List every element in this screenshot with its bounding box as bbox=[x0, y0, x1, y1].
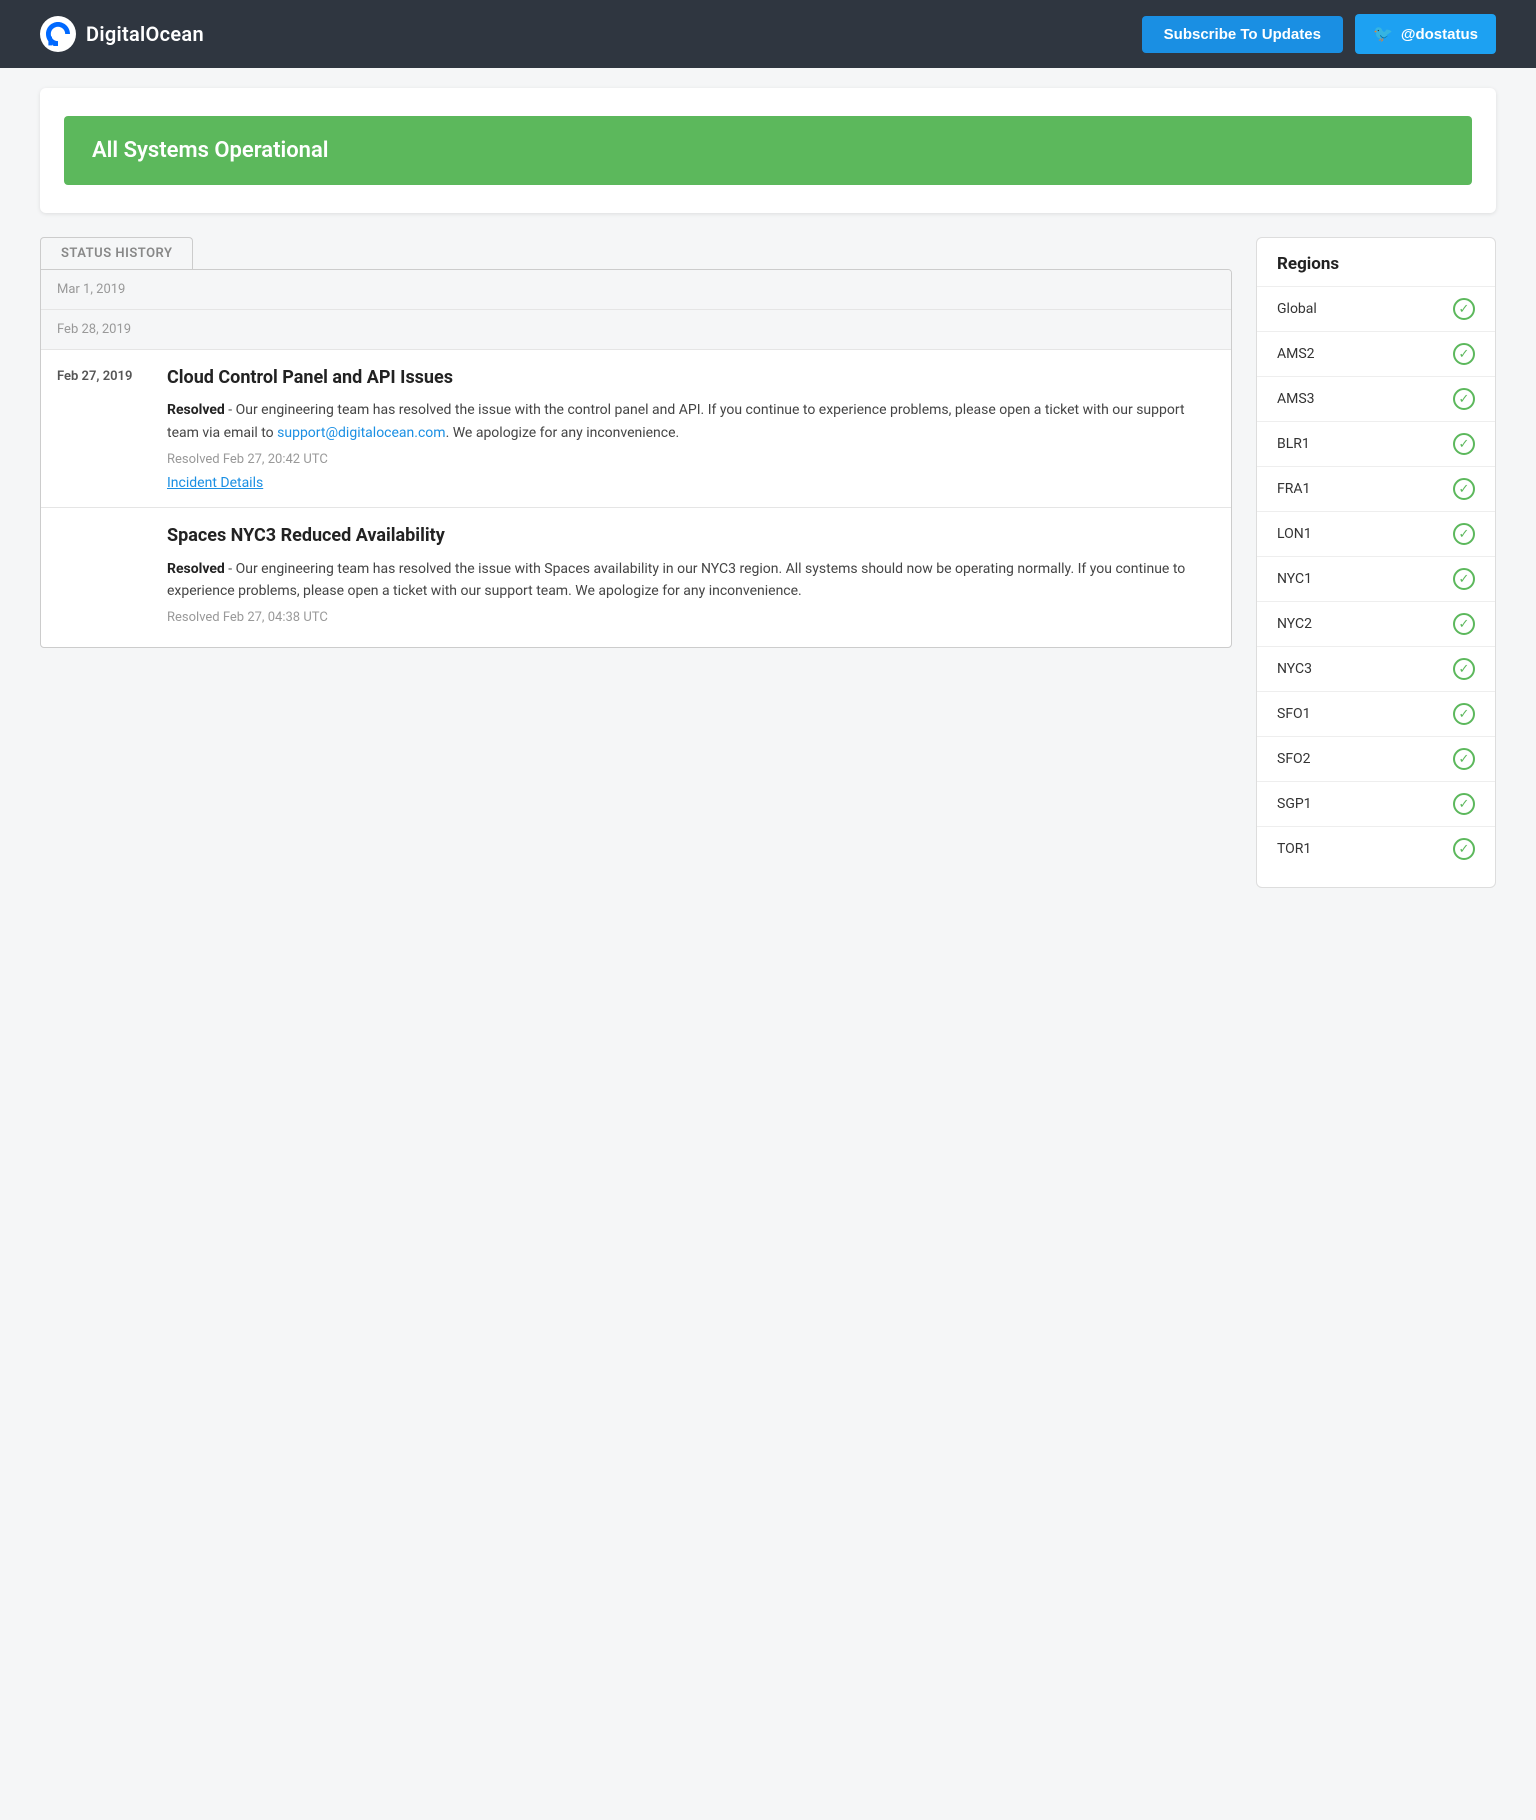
region-row: SFO2 ✓ bbox=[1257, 736, 1495, 781]
twitter-button[interactable]: 🐦 @dostatus bbox=[1355, 14, 1496, 54]
logo: DigitalOcean bbox=[40, 16, 204, 52]
region-row: LON1 ✓ bbox=[1257, 511, 1495, 556]
region-operational-icon: ✓ bbox=[1453, 388, 1475, 410]
status-card: All Systems Operational bbox=[40, 88, 1496, 213]
region-name: TOR1 bbox=[1277, 841, 1311, 857]
subscribe-button[interactable]: Subscribe To Updates bbox=[1142, 16, 1343, 53]
region-row: AMS3 ✓ bbox=[1257, 376, 1495, 421]
resolved-label-2: Resolved bbox=[167, 561, 225, 577]
incident-body-suffix: . We apologize for any inconvenience. bbox=[446, 425, 680, 441]
incident-row: Feb 27, 2019 Cloud Control Panel and API… bbox=[41, 350, 1231, 508]
incident-details-link[interactable]: Incident Details bbox=[167, 475, 263, 491]
region-row: TOR1 ✓ bbox=[1257, 826, 1495, 871]
incident-body: Resolved - Our engineering team has reso… bbox=[167, 399, 1215, 444]
twitter-label: @dostatus bbox=[1401, 26, 1478, 43]
incident-content: Cloud Control Panel and API Issues Resol… bbox=[167, 366, 1215, 491]
region-operational-icon: ✓ bbox=[1453, 703, 1475, 725]
region-operational-icon: ✓ bbox=[1453, 298, 1475, 320]
region-operational-icon: ✓ bbox=[1453, 658, 1475, 680]
support-email-link[interactable]: support@digitalocean.com bbox=[277, 425, 445, 441]
region-operational-icon: ✓ bbox=[1453, 433, 1475, 455]
region-operational-icon: ✓ bbox=[1453, 838, 1475, 860]
header: DigitalOcean Subscribe To Updates 🐦 @dos… bbox=[0, 0, 1536, 68]
region-name: NYC3 bbox=[1277, 661, 1312, 677]
history-table: Mar 1, 2019 Feb 28, 2019 Feb 27, 2019 Cl… bbox=[40, 269, 1232, 648]
region-name: NYC1 bbox=[1277, 571, 1312, 587]
region-row: AMS2 ✓ bbox=[1257, 331, 1495, 376]
region-operational-icon: ✓ bbox=[1453, 748, 1475, 770]
status-banner: All Systems Operational bbox=[64, 116, 1472, 185]
incident-resolved-time-2: Resolved Feb 27, 04:38 UTC bbox=[167, 610, 1215, 625]
region-operational-icon: ✓ bbox=[1453, 343, 1475, 365]
region-name: LON1 bbox=[1277, 526, 1312, 542]
regions-panel: Regions Global ✓ AMS2 ✓ AMS3 ✓ BLR1 ✓ FRA1 ✓ LON1 ✓… bbox=[1256, 237, 1496, 888]
digitalocean-logo-icon bbox=[40, 16, 76, 52]
region-row: NYC2 ✓ bbox=[1257, 601, 1495, 646]
region-name: FRA1 bbox=[1277, 481, 1310, 497]
region-operational-icon: ✓ bbox=[1453, 568, 1475, 590]
history-section: STATUS HISTORY Mar 1, 2019 Feb 28, 2019 … bbox=[40, 237, 1232, 648]
status-banner-text: All Systems Operational bbox=[92, 138, 328, 163]
region-name: Global bbox=[1277, 301, 1317, 317]
incident-body-text-2: - Our engineering team has resolved the … bbox=[167, 561, 1185, 599]
region-operational-icon: ✓ bbox=[1453, 793, 1475, 815]
region-name: NYC2 bbox=[1277, 616, 1312, 632]
main-content: STATUS HISTORY Mar 1, 2019 Feb 28, 2019 … bbox=[40, 237, 1496, 888]
incident-resolved-time: Resolved Feb 27, 20:42 UTC bbox=[167, 452, 1215, 467]
date-row-mar1: Mar 1, 2019 bbox=[41, 270, 1231, 310]
regions-title: Regions bbox=[1257, 254, 1495, 286]
history-tab[interactable]: STATUS HISTORY bbox=[40, 237, 193, 269]
regions-list: Global✓AMS2✓AMS3✓BLR1✓FRA1✓LON1✓NYC1✓NYC… bbox=[1257, 286, 1495, 871]
incident-date-2 bbox=[57, 524, 147, 631]
region-name: SGP1 bbox=[1277, 796, 1312, 812]
date-row-feb28: Feb 28, 2019 bbox=[41, 310, 1231, 350]
region-row: BLR1 ✓ bbox=[1257, 421, 1495, 466]
incident-date: Feb 27, 2019 bbox=[57, 366, 147, 491]
incident-body-2: Resolved - Our engineering team has reso… bbox=[167, 558, 1215, 603]
region-row: NYC1 ✓ bbox=[1257, 556, 1495, 601]
region-name: AMS3 bbox=[1277, 391, 1315, 407]
resolved-label: Resolved bbox=[167, 402, 225, 418]
region-operational-icon: ✓ bbox=[1453, 478, 1475, 500]
logo-text: DigitalOcean bbox=[86, 22, 204, 46]
region-name: BLR1 bbox=[1277, 436, 1310, 452]
region-name: SFO2 bbox=[1277, 751, 1311, 767]
incident-content-2: Spaces NYC3 Reduced Availability Resolve… bbox=[167, 524, 1215, 631]
incident-row-2: Spaces NYC3 Reduced Availability Resolve… bbox=[41, 508, 1231, 647]
region-row: Global ✓ bbox=[1257, 286, 1495, 331]
region-name: AMS2 bbox=[1277, 346, 1315, 362]
region-operational-icon: ✓ bbox=[1453, 523, 1475, 545]
twitter-icon: 🐦 bbox=[1373, 24, 1393, 44]
region-operational-icon: ✓ bbox=[1453, 613, 1475, 635]
region-row: SGP1 ✓ bbox=[1257, 781, 1495, 826]
incident-title-2: Spaces NYC3 Reduced Availability bbox=[167, 524, 1215, 547]
region-row: SFO1 ✓ bbox=[1257, 691, 1495, 736]
incident-title: Cloud Control Panel and API Issues bbox=[167, 366, 1215, 389]
region-row: NYC3 ✓ bbox=[1257, 646, 1495, 691]
region-name: SFO1 bbox=[1277, 706, 1311, 722]
header-actions: Subscribe To Updates 🐦 @dostatus bbox=[1142, 14, 1496, 54]
region-row: FRA1 ✓ bbox=[1257, 466, 1495, 511]
